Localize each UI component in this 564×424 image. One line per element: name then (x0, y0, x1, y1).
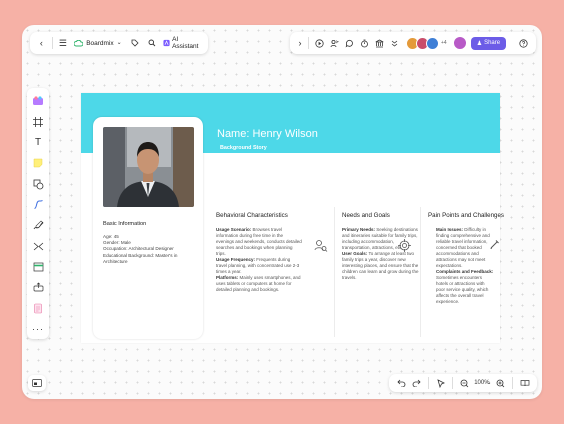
top-right-toolbar: › +4 ♟ Share (290, 32, 536, 54)
basic-info-text: Age: 45 Gender: Male Occupation: Archite… (103, 234, 199, 265)
behavior-heading: Behavioral Characteristics (216, 212, 288, 219)
pain-points-column: Pain Points and Challenges Main Issues: … (428, 212, 505, 305)
item-label: User Goals: (342, 250, 368, 256)
zoom-in-icon[interactable] (495, 379, 507, 388)
item-label: Main Issues: (436, 227, 464, 232)
persona-board[interactable]: Basic Information Age: 45 Gender: Male O… (81, 93, 505, 343)
user-avatar[interactable] (452, 36, 467, 50)
user-search-icon (314, 240, 328, 252)
text-icon[interactable]: T (29, 134, 47, 152)
zoom-out-icon[interactable] (459, 379, 471, 388)
table-icon[interactable] (29, 258, 47, 276)
basic-info-line: Educational Background: Master's in Arch… (103, 252, 178, 264)
double-chevron-down-icon[interactable] (387, 39, 402, 48)
frame-icon[interactable] (29, 113, 47, 131)
back-chevron-icon[interactable]: ‹ (36, 38, 47, 48)
column-divider (420, 207, 421, 337)
library-icon[interactable] (372, 39, 387, 48)
redo-icon[interactable] (411, 379, 423, 387)
ai-assistant-label: AI Assistant (172, 36, 199, 50)
background-line: Technical Proficiency: Familiar with tec… (220, 167, 437, 180)
divider (51, 37, 53, 49)
minimap-icon (32, 379, 42, 387)
brand-button[interactable]: Boardmix ⌄ (74, 39, 122, 47)
cursor-icon[interactable] (435, 378, 447, 388)
play-icon[interactable] (312, 38, 327, 48)
share-button[interactable]: ♟ Share (470, 36, 507, 50)
upload-icon[interactable] (29, 279, 47, 297)
basic-info-heading: Basic Information (103, 221, 147, 227)
item-label: Complaints and Feedback: (436, 268, 494, 274)
divider (452, 377, 454, 389)
whiteboard-app: ‹ ☰ Boardmix ⌄ AI Assistant › +4 ♟ Share… (22, 25, 542, 399)
behavior-column: Behavioral Characteristics Usage Scenari… (216, 212, 302, 293)
tools-icon (490, 240, 499, 249)
book-icon[interactable] (519, 379, 531, 387)
pain-points-heading: Pain Points and Challenges (428, 212, 505, 219)
divider (428, 377, 430, 389)
divider (308, 37, 309, 49)
undo-icon[interactable] (395, 379, 407, 387)
item-label: Usage Scenario: (216, 227, 252, 232)
more-tools-icon[interactable]: ··· (29, 320, 47, 338)
expand-icon[interactable]: › (295, 38, 305, 48)
chevron-down-icon: ⌄ (116, 40, 122, 46)
pain-points-text: Main Issues: Difficulty in finding compr… (428, 227, 494, 305)
target-icon (398, 239, 411, 252)
item-text: Sometimes encounters hotels or attractio… (436, 274, 489, 304)
collaborator-avatars[interactable]: +4 (406, 36, 447, 50)
minimap-button[interactable] (28, 375, 46, 391)
item-text: Difficulty in finding comprehensive and … (436, 227, 490, 268)
profile-photo (103, 127, 194, 207)
templates-icon[interactable] (29, 93, 47, 111)
tool-sidebar: T ··· (27, 88, 49, 339)
menu-icon[interactable]: ☰ (58, 38, 69, 48)
divider (512, 377, 514, 389)
avatar-count: +4 (441, 40, 447, 46)
item-label: Usage Frequency: (216, 256, 256, 262)
item-label: Primary Needs: (342, 227, 376, 232)
needs-heading: Needs and Goals (342, 212, 390, 219)
brand-label: Boardmix (86, 39, 114, 47)
behavior-text: Usage Scenario: Browses travel informati… (216, 227, 302, 293)
search-icon[interactable] (146, 39, 157, 47)
chevron-down-icon[interactable]: ⌄ (487, 380, 491, 386)
persona-name: Name: Henry Wilson (217, 128, 318, 140)
share-label: Share (484, 40, 501, 46)
top-left-toolbar: ‹ ☰ Boardmix ⌄ AI Assistant (30, 32, 208, 54)
pen-icon[interactable] (29, 217, 47, 235)
comment-icon[interactable] (342, 39, 357, 48)
collaborate-icon[interactable] (327, 39, 342, 48)
tag-icon[interactable] (130, 39, 141, 47)
needs-text: Primary Needs: Seeking destinations and … (342, 227, 420, 281)
timer-icon[interactable] (357, 39, 372, 48)
mind-map-icon[interactable] (29, 237, 47, 255)
ai-assistant-button[interactable]: AI Assistant (163, 36, 202, 50)
connector-icon[interactable] (29, 196, 47, 214)
background-line: Hobbies: Photography, history, natural l… (220, 160, 370, 167)
help-icon[interactable] (518, 38, 529, 48)
user-plus-icon: ♟ (476, 40, 483, 47)
shape-icon[interactable] (29, 175, 47, 193)
ai-logo-icon (163, 39, 170, 47)
profile-card[interactable]: Basic Information Age: 45 Gender: Male O… (93, 117, 203, 339)
cloud-icon (74, 39, 84, 46)
background-line: Living Situation: Married with two child… (220, 154, 418, 160)
column-divider (334, 207, 335, 337)
background-text: Living Situation: Married with two child… (220, 154, 450, 180)
avatar (426, 36, 439, 50)
background-heading: Background Story (220, 145, 267, 151)
sticky-note-icon[interactable] (29, 155, 47, 173)
view-controls: 100% ⌄ (389, 374, 537, 392)
item-label: Platforms: (216, 274, 239, 280)
document-icon[interactable] (29, 299, 47, 317)
